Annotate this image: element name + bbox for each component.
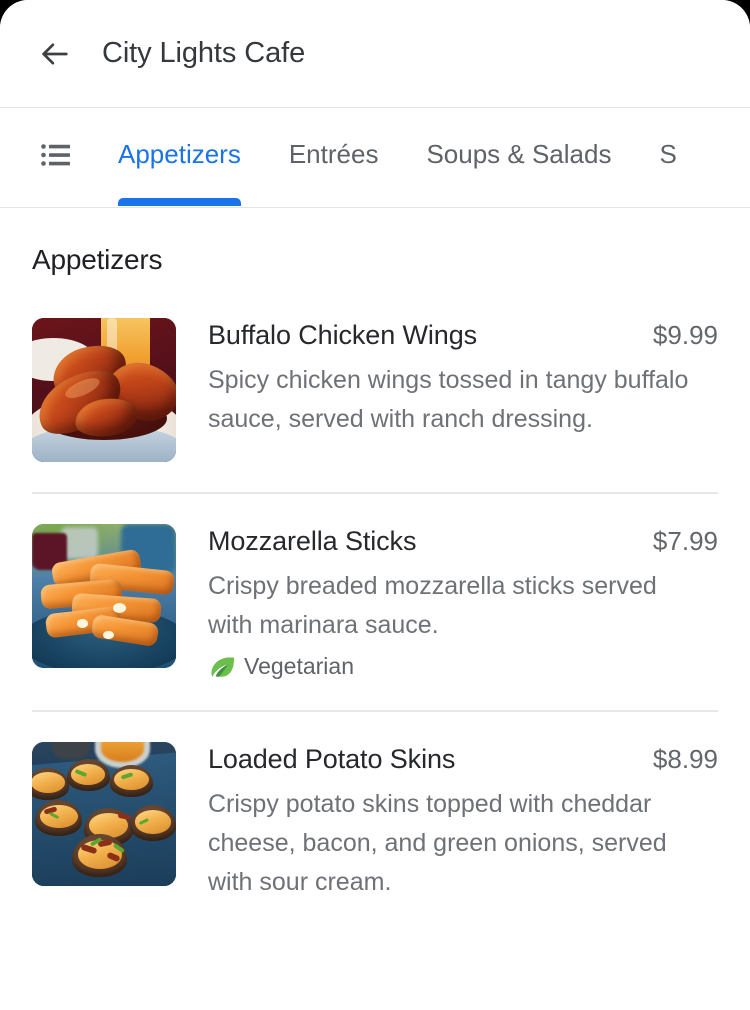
tab-appetizers[interactable]: Appetizers (94, 108, 265, 206)
menu-item-price: $8.99 (652, 744, 718, 774)
app-window: City Lights Cafe Appetizers Entrées Soup… (0, 0, 750, 1010)
menu-item-body: Loaded Potato Skins $8.99 Crispy potato … (208, 742, 718, 902)
leaf-icon (208, 654, 234, 680)
menu-item-name: Mozzarella Sticks (208, 526, 417, 556)
menu-item-description: Crispy breaded mozzarella sticks served … (208, 572, 657, 639)
tab-label: Soups & Salads (426, 139, 612, 169)
page-title: City Lights Cafe (102, 37, 306, 69)
app-bar: City Lights Cafe (0, 0, 750, 108)
menu-item-description: Crispy potato skins topped with cheddar … (208, 790, 667, 896)
menu-item-tags: Vegetarian (208, 653, 718, 680)
back-button[interactable] (32, 31, 78, 77)
menu-item-name: Buffalo Chicken Wings (208, 320, 478, 350)
tab-label: Appetizers (118, 139, 241, 169)
menu-item-body: Mozzarella Sticks $7.99 Crispy breaded m… (208, 524, 718, 680)
mozzarella-sticks-photo (32, 524, 176, 668)
menu-item-name: Loaded Potato Skins (208, 744, 456, 774)
tag-vegetarian: Vegetarian (208, 653, 354, 680)
menu-item[interactable]: Mozzarella Sticks $7.99 Crispy breaded m… (0, 524, 750, 680)
menu-item[interactable]: Buffalo Chicken Wings $9.99 Spicy chicke… (0, 318, 750, 462)
tab-soups-and-salads[interactable]: Soups & Salads (402, 108, 635, 204)
tag-label: Vegetarian (244, 653, 354, 679)
section-title: Appetizers (32, 244, 163, 275)
tab-label: S (659, 139, 677, 169)
menu-item-body: Buffalo Chicken Wings $9.99 Spicy chicke… (208, 318, 718, 439)
back-arrow-icon (38, 37, 72, 71)
active-tab-indicator (118, 198, 241, 206)
tab-label: Entrées (288, 139, 379, 169)
list-menu-icon[interactable] (34, 133, 78, 177)
category-tab-bar: Appetizers Entrées Soups & Salads S (0, 108, 750, 208)
menu-item-description: Spicy chicken wings tossed in tangy buff… (208, 366, 689, 433)
menu-item-price: $7.99 (652, 526, 718, 556)
tab-entrees[interactable]: Entrées (265, 108, 403, 204)
loaded-potato-skins-photo (32, 742, 176, 886)
menu-content: Appetizers Buffalo Chicken Wings $9.99 S… (0, 208, 750, 902)
menu-item-price: $9.99 (652, 320, 718, 350)
buffalo-chicken-wings-photo (32, 318, 176, 462)
tab-truncated[interactable]: S (635, 108, 700, 204)
tab-list: Appetizers Entrées Soups & Salads S (94, 108, 701, 207)
menu-item[interactable]: Loaded Potato Skins $8.99 Crispy potato … (0, 742, 750, 902)
